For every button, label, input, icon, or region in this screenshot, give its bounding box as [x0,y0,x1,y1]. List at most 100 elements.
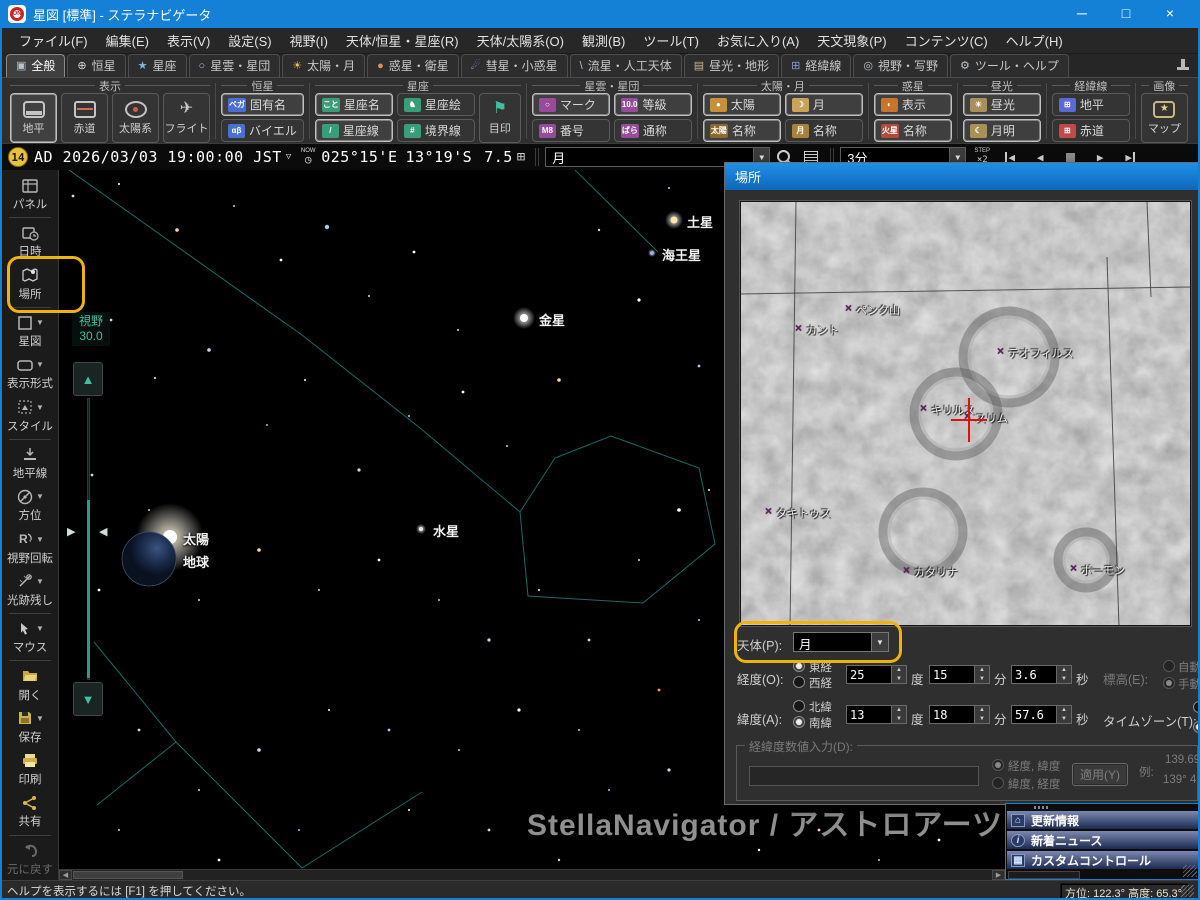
sidebar-item-場所[interactable]: 場所 [2,263,58,305]
toolbar-button-赤道[interactable]: 赤道 [61,93,108,143]
chevron-down-icon[interactable]: ▼ [36,403,44,412]
moon-feature-label[interactable]: ペンク山 [856,302,900,318]
menu-item[interactable]: 設定(S) [219,27,280,54]
tab-彗星・小惑星[interactable]: ☄彗星・小惑星 [461,54,568,77]
tab-星座[interactable]: ★星座 [128,54,187,77]
toolbar-button-マップ[interactable]: ★マップ [1141,93,1188,143]
menu-item[interactable]: ファイル(F) [10,27,97,54]
moon-feature-label[interactable]: スリム [975,410,1008,426]
zoom-out-button[interactable]: ▼ [73,682,103,716]
toolbar-button-フライト[interactable]: ✈フライト [163,93,210,143]
chevron-down-icon[interactable]: ▼ [36,318,44,327]
sidebar-item-方位[interactable]: ▼方位 [2,484,58,526]
toolbar-button-バイエル[interactable]: αβバイエル [221,119,304,142]
radio-timezone-1[interactable] [1193,701,1200,713]
target-body-combo[interactable]: 月 ▼ [793,632,889,652]
chevron-down-icon[interactable]: ▼ [36,360,44,369]
sidebar-item-保存[interactable]: ▼保存 [2,706,58,748]
moon-feature-label[interactable]: カント [806,322,839,338]
latitude-deg-input[interactable] [846,705,892,724]
tab-流星・人工天体[interactable]: \流星・人工天体 [570,54,682,77]
pin-icon[interactable] [1176,58,1190,74]
moon-feature-label[interactable]: テオフィルス [1008,345,1074,361]
apply-button[interactable]: 適用(Y) [1072,763,1128,786]
menu-item[interactable]: 天文現象(P) [808,27,895,54]
toolbar-button-地平[interactable]: 地平 [10,93,57,143]
toolbar-button-番号[interactable]: M8番号 [532,119,610,142]
moon-feature-label[interactable]: ボーモン [1081,562,1125,578]
chevron-down-icon[interactable]: ▼ [36,492,44,501]
tab-星雲・星団[interactable]: ○星雲・星団 [189,54,281,77]
chevron-down-icon[interactable]: ▼ [36,577,44,586]
numeric-entry-input[interactable] [749,766,979,786]
chevron-down-icon[interactable]: ▼ [36,535,44,544]
timezone-caret-icon[interactable]: ▽ [286,152,291,162]
menu-item[interactable]: 観測(B) [573,27,634,54]
tab-恒星[interactable]: ⊕恒星 [67,54,125,77]
calendar-icon[interactable]: ⊞ [517,148,525,166]
latitude-min-stepper[interactable]: ▲▼ [929,705,990,724]
sidebar-item-光跡残し[interactable]: ▼光跡残し [2,569,58,611]
toolbar-button-昼光[interactable]: ☀昼光 [963,93,1041,116]
longitude-sec-input[interactable] [1011,665,1057,684]
radio-north[interactable] [793,700,805,712]
sidebar-item-表示形式[interactable]: ▼表示形式 [2,352,58,394]
sidebar-item-開く[interactable]: 開く [2,663,58,705]
menu-item[interactable]: ツール(T) [634,27,708,54]
moon-map[interactable]: ×ペンク山×カント×テオフィルス×キリルス×スリム×タキトゥス×カタリナ×ボーモ… [740,201,1191,626]
target-body-dropdown[interactable]: ▼ [871,633,888,651]
scroll-right-icon[interactable]: ▶ [992,870,1005,880]
toolbar-button-星座線[interactable]: /星座線 [315,119,393,142]
toolbar-button-月明[interactable]: ☾月明 [963,119,1041,142]
panel-bar-新着ニュース[interactable]: i新着ニュース [1007,831,1198,849]
now-clock-icon[interactable]: NOW◷ [298,147,318,167]
toolbar-button-等級[interactable]: 10.0等級 [614,93,692,116]
longitude-display[interactable]: 025°15'E [321,148,397,166]
latitude-deg-stepper[interactable]: ▲▼ [846,705,907,724]
toolbar-button-星座名[interactable]: こと星座名 [315,93,393,116]
toolbar-button-名称[interactable]: 太陽名称 [703,119,781,142]
menu-item[interactable]: コンテンツ(C) [896,27,997,54]
toolbar-button-通称[interactable]: ばら通称 [614,119,692,142]
sidebar-item-パネル[interactable]: パネル [2,173,58,215]
sidebar-item-視野回転[interactable]: R▼視野回転 [2,526,58,568]
menu-item[interactable]: 視野(I) [281,27,337,54]
toolbar-button-境界線[interactable]: #境界線 [397,119,475,142]
zoom-slider-handle-left[interactable]: ▶ [67,525,75,538]
tab-太陽・月[interactable]: ☀太陽・月 [282,54,365,77]
panel-bar-カスタムコントロール[interactable]: ▦カスタムコントロール [1007,851,1198,869]
chevron-down-icon[interactable]: ▼ [36,714,44,723]
sidebar-item-マウス[interactable]: ▼マウス [2,616,58,658]
radio-south[interactable] [793,716,805,728]
chevron-down-icon[interactable]: ▼ [36,624,44,633]
window-resize-grip-icon[interactable] [1181,885,1194,897]
moon-feature-label[interactable]: タキトゥス [776,505,831,521]
tab-視野・写野[interactable]: ◎視野・写野 [853,54,948,77]
dialog-title-bar[interactable]: 場所 [725,163,1200,190]
panel-mini-field[interactable] [1008,871,1080,879]
latitude-sec-input[interactable] [1011,705,1057,724]
longitude-min-input[interactable] [929,665,975,684]
sidebar-item-地平線[interactable]: 地平線 [2,442,58,484]
latitude-sec-stepper[interactable]: ▲▼ [1011,705,1072,724]
radio-timezone-2[interactable] [1193,721,1200,733]
panel-bar-更新情報[interactable]: ⌂更新情報 [1007,811,1198,829]
toolbar-button-固有名[interactable]: ベガ固有名 [221,93,304,116]
sidebar-item-日時[interactable]: 日時 [2,220,58,262]
toolbar-button-表示[interactable]: ◐表示 [874,93,952,116]
radio-east[interactable] [793,660,805,672]
toolbar-button-目印[interactable]: ⚑目印 [479,93,521,143]
toolbar-button-名称[interactable]: 月名称 [785,119,863,142]
tab-全般[interactable]: ▣全般 [6,54,65,77]
menu-item[interactable]: 天体/太陽系(O) [468,27,573,54]
longitude-min-stepper[interactable]: ▲▼ [929,665,990,684]
toolbar-button-名称[interactable]: 火星名称 [874,119,952,142]
menu-item[interactable]: ヘルプ(H) [997,27,1072,54]
sidebar-item-印刷[interactable]: 印刷 [2,748,58,790]
tab-昼光・地形[interactable]: ▤昼光・地形 [684,54,779,77]
toolbar-button-マーク[interactable]: ○マーク [532,93,610,116]
sidebar-item-スタイル[interactable]: ▼スタイル [2,395,58,437]
sidebar-item-星図[interactable]: ▼星図 [2,310,58,352]
toolbar-button-赤道[interactable]: ⊞赤道 [1052,119,1130,142]
toolbar-button-地平[interactable]: ⊞地平 [1052,93,1130,116]
